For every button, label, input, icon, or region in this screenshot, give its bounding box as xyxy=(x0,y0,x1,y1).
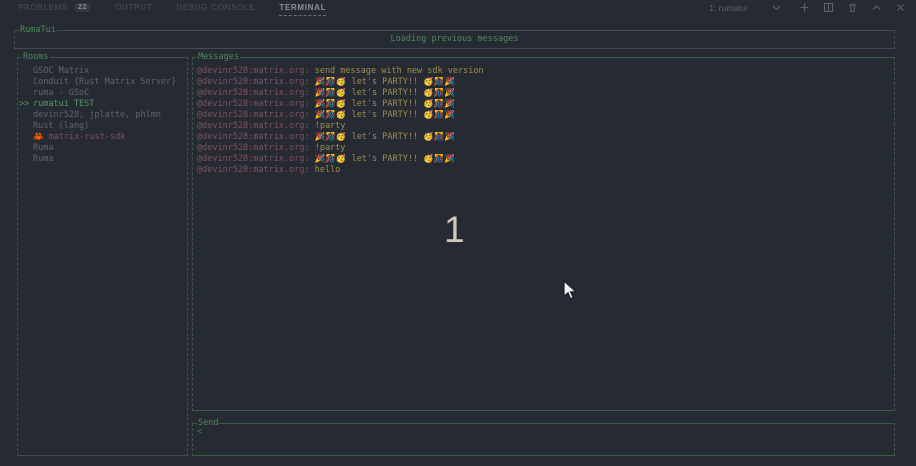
room-selection-marker xyxy=(18,132,33,143)
message-row: @devinr528:matrix.org: 🎉🎊🥳 let's PARTY!!… xyxy=(197,99,894,110)
room-selection-marker: >> xyxy=(18,99,33,110)
tab-problems-label: PROBLEMS xyxy=(18,3,68,12)
new-terminal-icon[interactable] xyxy=(799,2,810,13)
message-text: 🎉🎊🥳 let's PARTY!! 🥳🎊🎉 xyxy=(315,154,455,164)
room-name: Rust (lang) xyxy=(33,121,89,132)
problems-count-badge: 22 xyxy=(74,3,91,12)
message-sender: @devinr528:matrix.org: xyxy=(197,121,315,131)
tab-problems[interactable]: PROBLEMS 22 xyxy=(18,3,91,12)
messages-panel-title: Messages xyxy=(197,52,240,63)
message-sender: @devinr528:matrix.org: xyxy=(197,88,315,98)
room-selection-marker xyxy=(18,110,33,121)
message-sender: @devinr528:matrix.org: xyxy=(197,99,315,109)
message-row: @devinr528:matrix.org: 🎉🎊🥳 let's PARTY!!… xyxy=(197,110,894,121)
room-row[interactable]: Rust (lang) xyxy=(18,121,187,132)
room-selection-marker xyxy=(18,121,33,132)
panel-tabbar: PROBLEMS 22 OUTPUT DEBUG CONSOLE TERMINA… xyxy=(0,0,916,15)
message-row: @devinr528:matrix.org: 🎉🎊🥳 let's PARTY!!… xyxy=(197,77,894,88)
room-selection-marker xyxy=(18,77,33,88)
tab-debug-console[interactable]: DEBUG CONSOLE xyxy=(176,3,255,12)
rooms-panel-title: Rooms xyxy=(22,52,50,63)
message-row: @devinr528:matrix.org: 🎉🎊🥳 let's PARTY!!… xyxy=(197,154,894,165)
room-selection-marker xyxy=(18,154,33,165)
maximize-panel-chevron-up-icon[interactable] xyxy=(871,2,882,13)
message-row: @devinr528:matrix.org: 🎉🎊🥳 let's PARTY!!… xyxy=(197,132,894,143)
room-row[interactable]: >> rumatui TEST xyxy=(18,99,187,110)
message-row: @devinr528:matrix.org: !party xyxy=(197,143,894,154)
room-name: ruma - GSoC xyxy=(33,88,89,99)
messages-list: @devinr528:matrix.org: send message with… xyxy=(193,58,894,176)
message-row: @devinr528:matrix.org: hello xyxy=(197,165,894,176)
terminal-picker-dropdown[interactable]: 1: rumatui xyxy=(709,2,786,13)
send-panel[interactable]: Send < xyxy=(192,423,895,456)
room-name: Ruma xyxy=(33,154,53,165)
message-text: 🎉🎊🥳 let's PARTY!! 🥳🎊🎉 xyxy=(315,77,455,87)
message-text: 🎉🎊🥳 let's PARTY!! 🥳🎊🎉 xyxy=(315,99,455,109)
message-text: send message with new sdk version xyxy=(315,66,484,76)
mouse-cursor xyxy=(563,280,578,301)
message-sender: @devinr528:matrix.org: xyxy=(197,66,315,76)
message-sender: @devinr528:matrix.org: xyxy=(197,110,315,120)
message-text: 🎉🎊🥳 let's PARTY!! 🥳🎊🎉 xyxy=(315,132,455,142)
message-text: 🎉🎊🥳 let's PARTY!! 🥳🎊🎉 xyxy=(315,88,455,98)
rumatui-title: RumaTui xyxy=(19,25,57,36)
message-sender: @devinr528:matrix.org: xyxy=(197,154,315,164)
room-name: Conduit {Rust Matrix Server} xyxy=(33,77,176,88)
room-name: devinr528, jplatte, phlmn xyxy=(33,110,161,121)
send-panel-title: Send xyxy=(197,418,219,429)
message-sender: @devinr528:matrix.org: xyxy=(197,143,315,153)
rumatui-header-box: RumaTui Loading previous messages xyxy=(14,30,895,49)
vscode-terminal-panel: PROBLEMS 22 OUTPUT DEBUG CONSOLE TERMINA… xyxy=(0,0,916,466)
room-name: rumatui TEST xyxy=(33,99,94,110)
room-row[interactable]: devinr528, jplatte, phlmn xyxy=(18,110,187,121)
panel-tabs: PROBLEMS 22 OUTPUT DEBUG CONSOLE TERMINA… xyxy=(18,3,326,12)
room-row[interactable]: Conduit {Rust Matrix Server} xyxy=(18,77,187,88)
split-terminal-icon[interactable] xyxy=(823,2,834,13)
message-text: !party xyxy=(315,121,346,131)
message-text: 🎉🎊🥳 let's PARTY!! 🥳🎊🎉 xyxy=(315,110,455,120)
messages-panel: Messages @devinr528:matrix.org: send mes… xyxy=(192,57,895,411)
room-row[interactable]: Ruma xyxy=(18,154,187,165)
room-name: 🦀 matrix-rust-sdk xyxy=(33,132,125,143)
room-name: GSOC Matrix xyxy=(33,66,89,77)
room-selection-marker xyxy=(18,143,33,154)
send-input-prompt[interactable]: < xyxy=(193,424,894,438)
message-sender: @devinr528:matrix.org: xyxy=(197,165,315,175)
kill-terminal-trash-icon[interactable] xyxy=(847,2,858,13)
loading-status-text: Loading previous messages xyxy=(15,31,894,45)
room-row[interactable]: GSOC Matrix xyxy=(18,66,187,77)
room-row[interactable]: ruma - GSoC xyxy=(18,88,187,99)
message-text: !party xyxy=(315,143,346,153)
rooms-panel: Rooms GSOC Matrix Conduit {Rust Matrix S… xyxy=(17,57,188,456)
room-selection-marker xyxy=(18,88,33,99)
room-name: Ruma xyxy=(33,143,53,154)
message-sender: @devinr528:matrix.org: xyxy=(197,132,315,142)
tab-terminal[interactable]: TERMINAL xyxy=(279,3,326,12)
chevron-down-icon xyxy=(771,2,782,13)
room-row[interactable]: 🦀 matrix-rust-sdk xyxy=(18,132,187,143)
terminal-actions: 1: rumatui xyxy=(709,2,906,13)
terminal-picker-label: 1: rumatui xyxy=(709,3,747,13)
message-sender: @devinr528:matrix.org: xyxy=(197,77,315,87)
message-row: @devinr528:matrix.org: send message with… xyxy=(197,66,894,77)
room-selection-marker xyxy=(18,66,33,77)
terminal-group-number-overlay: 1 xyxy=(444,210,474,250)
close-panel-icon[interactable] xyxy=(895,2,906,13)
message-text: hello xyxy=(315,165,341,175)
message-row: @devinr528:matrix.org: !party xyxy=(197,121,894,132)
room-row[interactable]: Ruma xyxy=(18,143,187,154)
message-row: @devinr528:matrix.org: 🎉🎊🥳 let's PARTY!!… xyxy=(197,88,894,99)
tab-output[interactable]: OUTPUT xyxy=(115,3,152,12)
rooms-list: GSOC Matrix Conduit {Rust Matrix Server}… xyxy=(18,58,187,165)
